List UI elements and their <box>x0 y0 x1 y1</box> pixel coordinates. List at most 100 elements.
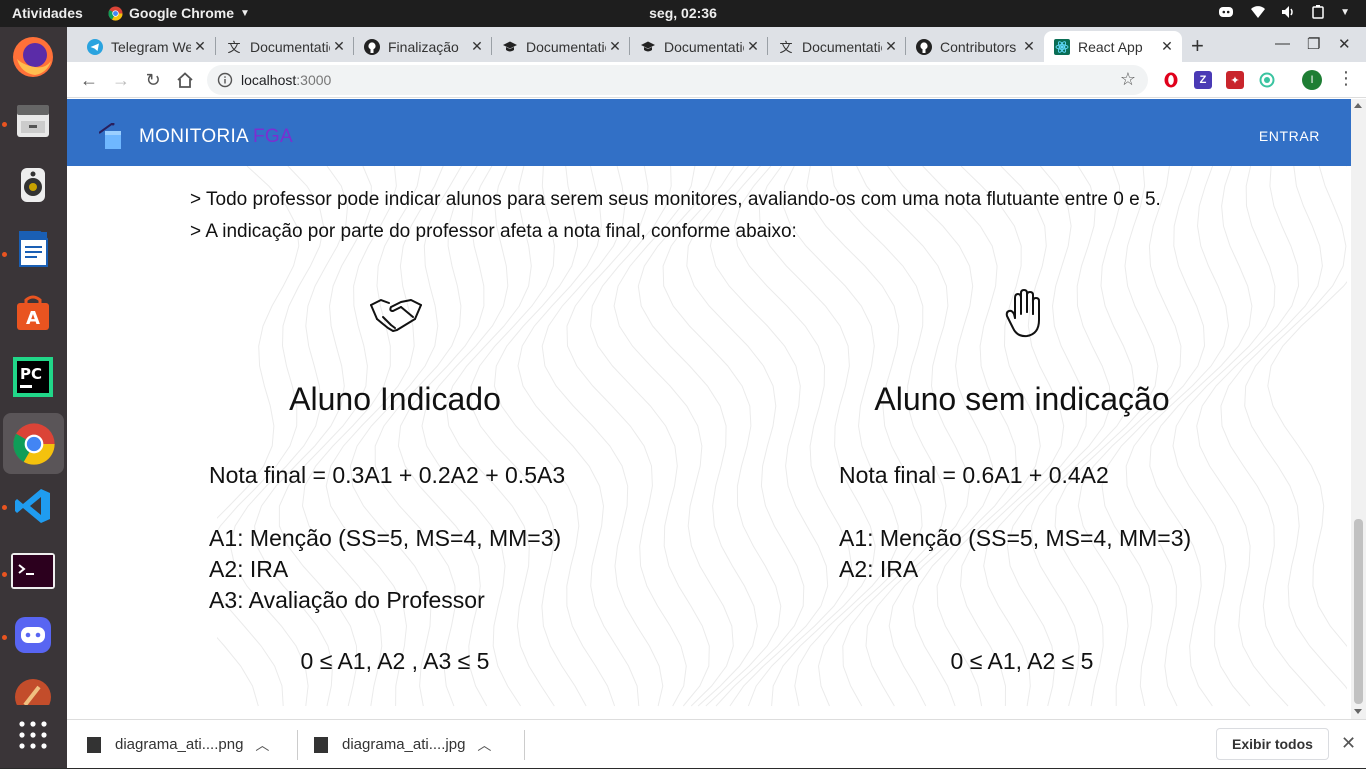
terminal-launcher[interactable] <box>10 548 56 594</box>
close-icon[interactable]: ✕ <box>882 38 900 55</box>
rule-text-2: > A indicação por parte do professor afe… <box>190 221 797 242</box>
chevron-up-icon[interactable]: ︿ <box>255 735 269 755</box>
download-item-png[interactable]: diagrama_ati....png ︿ <box>87 720 269 769</box>
rhythmbox-launcher[interactable] <box>10 162 56 208</box>
non-indicated-range: 0 ≤ A1, A2 ≤ 5 <box>950 648 1094 674</box>
wave-line <box>686 166 805 707</box>
close-icon[interactable]: ✕ <box>468 38 486 55</box>
login-button[interactable]: ENTRAR <box>1259 128 1320 144</box>
show-all-downloads-button[interactable]: Exibir todos <box>1216 728 1329 760</box>
chrome-icon <box>12 422 55 465</box>
svg-text:PC: PC <box>20 365 42 383</box>
url-host: localhost <box>241 72 297 88</box>
tab-title: Documentation <box>526 38 606 55</box>
close-icon[interactable]: ✕ <box>330 38 348 55</box>
browser-window: Telegram Web ✕ 文 Documentation ✕ Finaliz… <box>67 27 1366 768</box>
wave-line <box>254 166 372 707</box>
close-window-icon[interactable]: ✕ <box>1338 35 1351 53</box>
wave-line <box>217 166 300 707</box>
wave-line <box>1220 166 1326 707</box>
running-indicator <box>2 505 7 510</box>
non-indicated-student-title: Aluno sem indicação <box>874 381 1170 417</box>
tab-react-app[interactable]: React App ✕ <box>1044 31 1182 62</box>
pycharm-launcher[interactable]: PC <box>10 354 56 400</box>
close-icon[interactable]: ✕ <box>1158 38 1176 55</box>
tab-contributors[interactable]: Contributors ✕ <box>906 31 1044 62</box>
download-separator <box>297 730 298 760</box>
puzzle-extension-icon[interactable]: ✦ <box>1226 71 1244 89</box>
app-header: MONITORIA FGA ENTRAR <box>67 99 1351 166</box>
graduation-cap-icon <box>502 39 518 55</box>
wave-line <box>1196 166 1300 707</box>
volume-icon[interactable] <box>1280 4 1296 20</box>
telegram-icon <box>87 38 103 55</box>
brand-logo-icon[interactable] <box>99 123 125 151</box>
tab-title: Contributors <box>940 38 1017 55</box>
chrome-launcher[interactable] <box>3 413 64 474</box>
tab-telegram[interactable]: Telegram Web ✕ <box>77 31 215 62</box>
battery-icon[interactable] <box>1310 4 1326 20</box>
document-icon <box>19 231 48 267</box>
home-button[interactable] <box>174 69 196 91</box>
indicated-formula: Nota final = 0.3A1 + 0.2A2 + 0.5A3 <box>209 462 566 488</box>
scroll-down-arrow[interactable] <box>1354 709 1362 714</box>
tab-finalizacao[interactable]: Finalização ✕ <box>354 31 492 62</box>
new-tab-button[interactable]: + <box>1191 33 1204 59</box>
back-button[interactable]: ← <box>78 69 100 91</box>
tab-documentation-1[interactable]: 文 Documentation ✕ <box>216 31 354 62</box>
opera-extension-icon[interactable] <box>1162 71 1180 89</box>
wave-line <box>983 166 1088 707</box>
wifi-icon[interactable] <box>1250 4 1266 20</box>
wave-line <box>229 166 349 707</box>
bookmark-star-icon[interactable]: ☆ <box>1120 69 1136 90</box>
scroll-up-arrow[interactable] <box>1354 103 1362 108</box>
url-text[interactable]: localhost:3000 <box>241 72 331 88</box>
discord-launcher[interactable] <box>10 612 56 658</box>
maximize-icon[interactable]: ❐ <box>1307 35 1320 53</box>
clock[interactable]: seg, 02:36 <box>0 5 1366 21</box>
app-launcher-partial[interactable] <box>10 675 56 705</box>
info-icon[interactable] <box>217 72 233 88</box>
writer-launcher[interactable] <box>10 226 56 272</box>
close-icon[interactable]: ✕ <box>1020 38 1038 55</box>
wave-line <box>1077 166 1182 706</box>
circle-extension-icon[interactable] <box>1258 71 1276 89</box>
page-scrollbar[interactable] <box>1351 99 1366 719</box>
brand-title[interactable]: MONITORIA FGA <box>139 126 293 148</box>
discord-icon[interactable] <box>1216 4 1236 20</box>
wave-line <box>1172 166 1276 707</box>
browser-menu-icon[interactable]: ⋮ <box>1337 68 1355 89</box>
software-launcher[interactable]: A <box>10 290 56 336</box>
system-tray[interactable]: ▼ <box>1216 4 1350 20</box>
tab-strip: Telegram Web ✕ 文 Documentation ✕ Finaliz… <box>67 27 1366 62</box>
wave-line <box>397 166 493 707</box>
close-icon[interactable]: ✕ <box>1341 733 1356 754</box>
reload-button[interactable]: ↻ <box>142 69 164 91</box>
scrollbar-thumb[interactable] <box>1354 519 1363 704</box>
address-bar[interactable]: localhost:3000 ☆ <box>207 65 1148 95</box>
chevron-up-icon[interactable]: ︿ <box>477 735 491 755</box>
firefox-launcher[interactable] <box>10 34 56 80</box>
close-icon[interactable]: ✕ <box>606 38 624 55</box>
download-filename: diagrama_ati....jpg <box>342 736 466 753</box>
running-indicator <box>2 635 7 640</box>
forward-button[interactable]: → <box>110 69 132 91</box>
tab-documentation-3[interactable]: Documentation ✕ <box>630 31 768 62</box>
zotero-extension-icon[interactable]: Z <box>1194 71 1212 89</box>
running-indicator <box>2 572 7 577</box>
files-launcher[interactable] <box>10 98 56 144</box>
close-icon[interactable]: ✕ <box>191 38 209 55</box>
vscode-launcher[interactable] <box>10 483 56 529</box>
pencil-app-icon <box>15 679 51 705</box>
close-icon[interactable]: ✕ <box>744 38 762 55</box>
tab-documentation-4[interactable]: 文 Documentation ✕ <box>768 31 906 62</box>
download-item-jpg[interactable]: diagrama_ati....jpg ︿ <box>314 720 491 769</box>
show-applications-button[interactable] <box>10 712 56 758</box>
wave-line <box>374 166 478 707</box>
wave-line <box>662 166 782 707</box>
profile-avatar[interactable]: I <box>1302 70 1322 90</box>
speaker-icon <box>21 168 45 202</box>
chevron-down-icon[interactable]: ▼ <box>1340 7 1350 18</box>
minimize-icon[interactable]: — <box>1275 35 1290 52</box>
tab-documentation-2[interactable]: Documentation ✕ <box>492 31 630 62</box>
